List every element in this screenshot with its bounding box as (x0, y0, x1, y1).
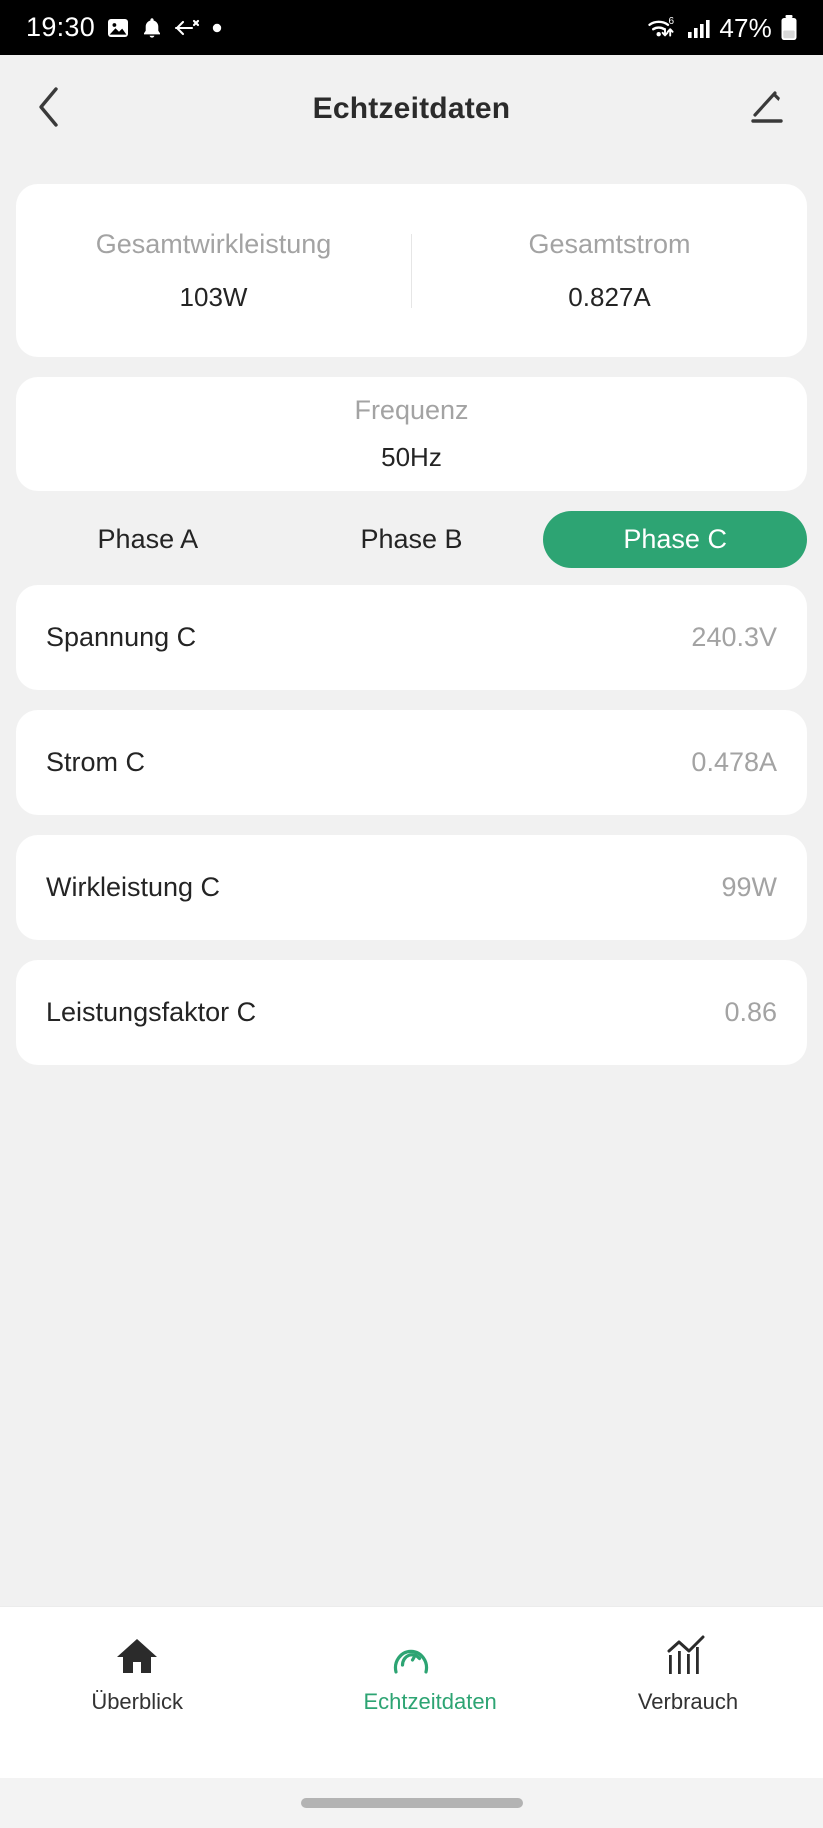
metric-value: 0.86 (724, 997, 777, 1027)
status-bar: 19:30 6 47% (0, 0, 823, 55)
content-area: Gesamtwirkleistung 103W Gesamtstrom 0.82… (0, 163, 823, 1606)
edit-button[interactable] (743, 86, 789, 133)
frequency-card: Frequenz 50Hz (16, 377, 807, 491)
tab-phase-b[interactable]: Phase B (280, 511, 544, 568)
back-button[interactable] (34, 84, 80, 135)
battery-percent-label: 47% (719, 12, 772, 43)
metric-label: Strom C (46, 747, 146, 777)
total-current-value: 0.827A (568, 281, 651, 312)
bar-chart-icon (663, 1633, 709, 1679)
metric-row-active-power[interactable]: Wirkleistung C 99W (16, 835, 807, 940)
home-icon (114, 1633, 160, 1679)
airplane-arrow-icon (174, 17, 200, 39)
home-indicator[interactable] (300, 1798, 523, 1808)
status-bar-clock: 19:30 (26, 12, 96, 42)
nav-item-consumption[interactable]: Verbrauch (549, 1633, 823, 1714)
bottom-navigation: Überblick Echtzeitdaten Verbrauch (0, 1606, 823, 1778)
metric-label: Leistungsfaktor C (46, 997, 257, 1027)
metric-value: 0.478A (691, 747, 777, 777)
status-bar-left: 19:30 (26, 14, 223, 41)
phase-tab-bar: Phase A Phase B Phase C (16, 511, 808, 568)
battery-icon (779, 14, 799, 42)
status-bar-right: 6 47% (647, 14, 799, 42)
nav-item-label: Verbrauch (637, 1689, 739, 1714)
total-power-value: 103W (179, 281, 248, 312)
tab-phase-a[interactable]: Phase A (16, 511, 280, 568)
total-power-label: Gesamtwirkleistung (95, 228, 332, 259)
metric-row-voltage[interactable]: Spannung C 240.3V (16, 585, 807, 690)
page-title: Echtzeitdaten (312, 92, 511, 125)
image-icon (106, 16, 130, 40)
app-bar: Echtzeitdaten (0, 55, 823, 163)
tab-phase-c[interactable]: Phase C (543, 511, 808, 568)
gauge-icon (388, 1633, 434, 1679)
metric-value: 99W (721, 872, 777, 902)
metric-label: Spannung C (46, 622, 197, 652)
summary-card: Gesamtwirkleistung 103W Gesamtstrom 0.82… (16, 184, 807, 357)
nav-item-overview[interactable]: Überblick (0, 1633, 274, 1714)
phone-screen: 19:30 6 47% Echtzeitdaten Gesamtwirkleis… (0, 0, 823, 1828)
dot-icon (211, 22, 223, 34)
frequency-label: Frequenz (354, 395, 469, 425)
metric-row-power-factor[interactable]: Leistungsfaktor C 0.86 (16, 960, 807, 1065)
nav-item-label: Überblick (91, 1689, 184, 1714)
nav-item-label: Echtzeitdaten (363, 1689, 497, 1714)
wifi-6-icon: 6 (647, 14, 679, 42)
total-power-block: Gesamtwirkleistung 103W (16, 229, 411, 313)
metric-label: Wirkleistung C (46, 872, 221, 902)
metric-row-current[interactable]: Strom C 0.478A (16, 710, 807, 815)
chevron-left-icon (34, 84, 64, 135)
svg-text:6: 6 (669, 16, 675, 27)
notification-bell-icon (141, 16, 163, 40)
total-current-block: Gesamtstrom 0.827A (412, 229, 807, 313)
nav-item-realtime[interactable]: Echtzeitdaten (274, 1633, 548, 1714)
cellular-signal-icon (686, 16, 712, 40)
total-current-label: Gesamtstrom (528, 228, 691, 259)
frequency-value: 50Hz (381, 442, 442, 472)
pencil-edit-icon (747, 86, 789, 133)
gesture-bar (0, 1778, 823, 1828)
metric-value: 240.3V (691, 622, 777, 652)
